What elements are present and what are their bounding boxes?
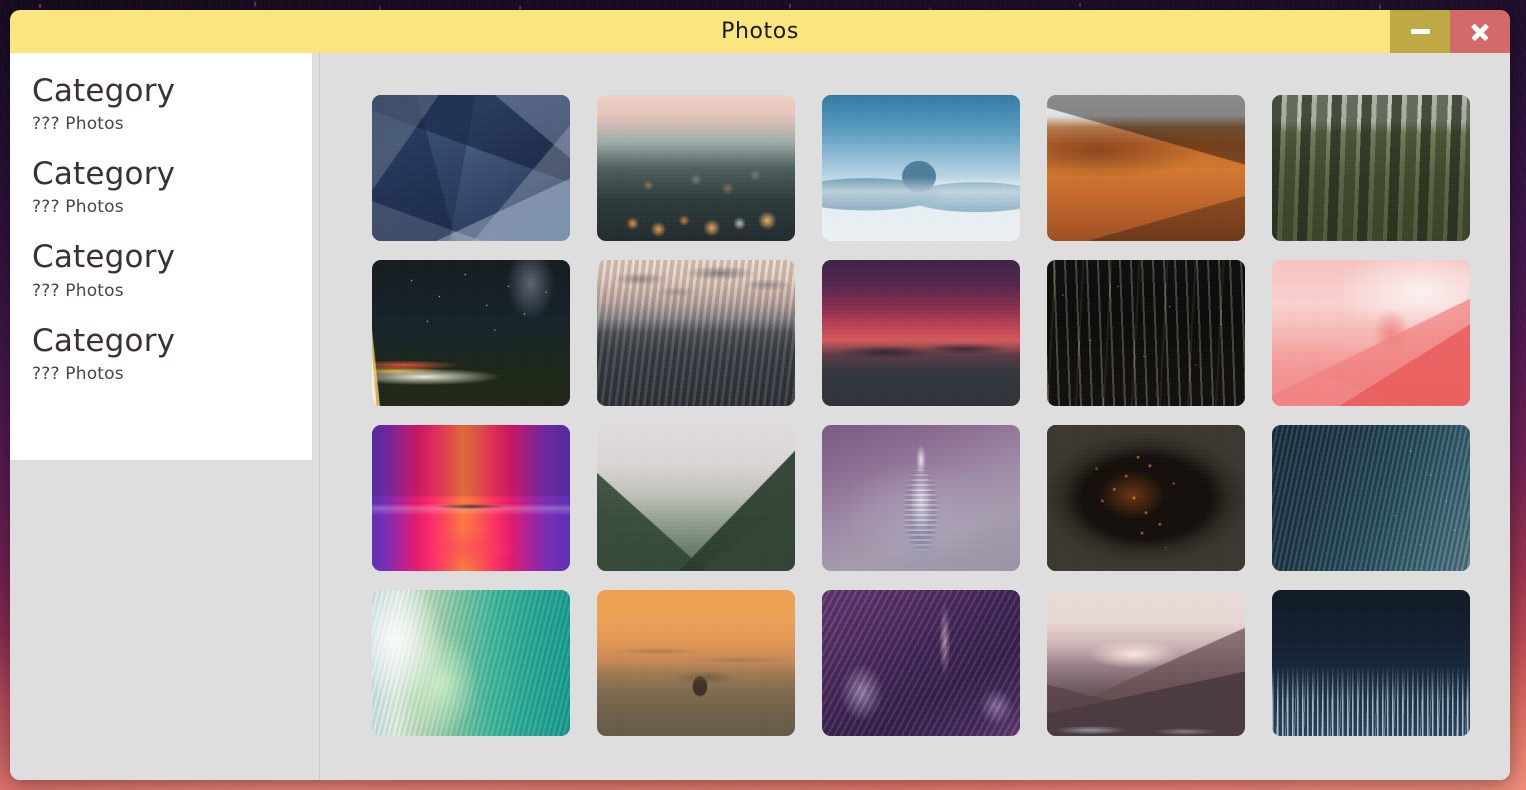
minimize-icon [1410, 29, 1430, 34]
photo-thumbnail [822, 260, 1020, 406]
photo-mountain-lake-sunset[interactable] [1047, 590, 1245, 736]
photo-snowy-forest[interactable] [1047, 260, 1245, 406]
photo-dark-blue-sea[interactable] [1272, 425, 1470, 571]
photo-thumbnail [1047, 260, 1245, 406]
photo-pink-mountains[interactable] [1272, 260, 1470, 406]
photos-window: Photos Category ??? Photos Category ??? … [10, 10, 1510, 780]
category-title: Category [32, 73, 176, 109]
photo-misty-blue-mountains[interactable] [822, 95, 1020, 241]
photo-thumbnail [1272, 260, 1470, 406]
window-body: Category ??? Photos Category ??? Photos … [10, 53, 1510, 780]
photo-low-poly-blue[interactable] [372, 95, 570, 241]
photo-thumbnail [822, 590, 1020, 736]
category-photo-count: ??? Photos [32, 280, 124, 301]
photo-thumbnail [1272, 590, 1470, 736]
photo-thumbnail [822, 95, 1020, 241]
sidebar-item-category-2[interactable]: Category ??? Photos [32, 158, 290, 217]
photo-red-purple-sunset[interactable] [822, 260, 1020, 406]
photo-grid [372, 95, 1476, 736]
photo-thumbnail [1047, 425, 1245, 571]
photo-thumbnail [372, 590, 570, 736]
photo-foggy-skyscraper[interactable] [822, 425, 1020, 571]
category-title: Category [32, 156, 176, 193]
photo-desert-dunes[interactable] [1047, 95, 1245, 241]
photo-thumbnail [372, 425, 570, 571]
photo-thumbnail [372, 95, 570, 241]
photo-thumbnail [597, 590, 795, 736]
category-photo-count: ??? Photos [32, 363, 124, 384]
photo-thumbnail [597, 425, 795, 571]
photo-bokeh-city-lights[interactable] [597, 95, 795, 241]
photo-neon-corridor[interactable] [372, 425, 570, 571]
sidebar-item-category-1[interactable]: Category ??? Photos [32, 75, 290, 134]
category-title: Category [32, 322, 176, 359]
photo-thumbnail [1272, 95, 1470, 241]
category-photo-count: ??? Photos [32, 114, 124, 135]
photo-thumbnail [597, 95, 795, 241]
photo-mossy-rock-pillars[interactable] [1272, 95, 1470, 241]
window-controls [1390, 10, 1510, 53]
photo-thumbnail [1047, 590, 1245, 736]
photo-green-mountain-peak[interactable] [597, 425, 795, 571]
photo-purple-canyon-road[interactable] [822, 590, 1020, 736]
photo-thumbnail [372, 260, 570, 406]
photo-balloon-sunset[interactable] [597, 590, 795, 736]
photo-thumbnail [597, 260, 795, 406]
photo-thumbnail [822, 425, 1020, 571]
category-sidebar: Category ??? Photos Category ??? Photos … [10, 53, 320, 780]
photo-stormy-ocean[interactable] [597, 260, 795, 406]
desktop-background: Photos Category ??? Photos Category ??? … [0, 0, 1526, 790]
window-title: Photos [721, 19, 799, 44]
photo-content-area [320, 53, 1510, 780]
close-icon [1470, 22, 1490, 42]
category-title: Category [32, 239, 176, 276]
photo-thumbnail [1272, 425, 1470, 571]
photo-turquoise-wave[interactable] [372, 590, 570, 736]
minimize-button[interactable] [1390, 10, 1450, 53]
sidebar-item-category-4[interactable]: Category ??? Photos [32, 322, 290, 384]
close-button[interactable] [1450, 10, 1510, 53]
category-photo-count: ??? Photos [32, 197, 124, 218]
window-titlebar[interactable]: Photos [10, 10, 1510, 53]
photo-night-road-milkyway[interactable] [372, 260, 570, 406]
category-list: Category ??? Photos Category ??? Photos … [10, 53, 312, 460]
sidebar-item-category-3[interactable]: Category ??? Photos [32, 241, 290, 300]
photo-thumbnail [1047, 95, 1245, 241]
photo-dark-snow-forest[interactable] [1272, 590, 1470, 736]
photo-plane-window-city[interactable] [1047, 425, 1245, 571]
